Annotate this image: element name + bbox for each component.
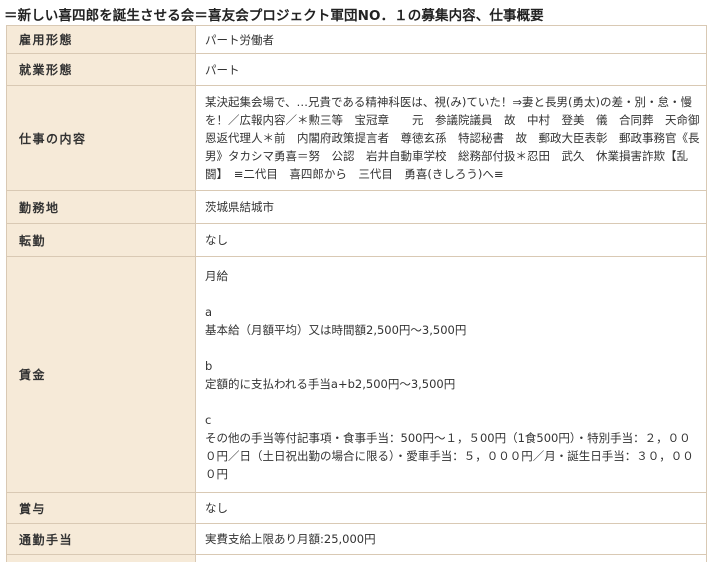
commute-label: 通勤手当 <box>6 523 196 555</box>
job-content-text: 某決起集会場で、…兄貴である精神科医は、視(み)ていた！⇒妻と長男(勇太)の差・… <box>205 95 700 181</box>
bonus-label: 賞与 <box>6 492 196 524</box>
table-row: 仕事の内容 某決起集会場で、…兄貴である精神科医は、視(み)ていた！⇒妻と長男(… <box>6 85 707 191</box>
page-title: ＝新しい喜四郎を誕生させる会＝喜友会プロジェクト軍団NO．１の募集内容、仕事概要 <box>4 8 544 24</box>
job-content-label: 仕事の内容 <box>6 85 196 191</box>
table-row: 賃金 月給 a 基本給（月額平均）又は時間額2,500円〜3,500円 b 定額… <box>6 256 707 493</box>
employment-type-label: 雇用形態 <box>6 25 196 54</box>
wage-value: 月給 a 基本給（月額平均）又は時間額2,500円〜3,500円 b 定額的に支… <box>195 256 707 493</box>
job-content-value: 某決起集会場で、…兄貴である精神科医は、視(み)ていた！⇒妻と長男(勇太)の差・… <box>195 85 707 191</box>
commute-value: 実費支給上限あり月額:25,000円 <box>195 523 707 555</box>
job-details-table: 雇用形態 パート労働者 就業形態 パート 仕事の内容 某決起集会場で、…兄貴であ… <box>6 25 707 562</box>
wage-a-mark: a <box>205 304 213 319</box>
location-value: 茨城県結城市 <box>195 190 707 224</box>
wage-c-text: その他の手当等付記事項・食事手当：500円〜１，５00円（1食500円）・特別手… <box>205 430 694 481</box>
bonus-value: なし <box>195 492 707 524</box>
location-label: 勤務地 <box>6 190 196 224</box>
transfer-label: 転勤 <box>6 223 196 257</box>
job-listing-page: ＝新しい喜四郎を誕生させる会＝喜友会プロジェクト軍団NO．１の募集内容、仕事概要… <box>0 0 709 562</box>
wage-c-mark: c <box>205 412 212 427</box>
table-row: 通勤手当 実費支給上限あり月額:25,000円 <box>6 523 707 555</box>
table-row: 勤務地 茨城県結城市 <box>6 190 707 224</box>
wage-period: 月給 <box>205 268 228 283</box>
wage-label: 賃金 <box>6 256 196 493</box>
transfer-value: なし <box>195 223 707 257</box>
work-type-label: 就業形態 <box>6 53 196 86</box>
table-row: 就業形態 パート <box>6 53 707 86</box>
table-row: 賞与 なし <box>6 492 707 524</box>
table-row: 雇用形態 パート労働者 <box>6 25 707 54</box>
wage-a-text: 基本給（月額平均）又は時間額2,500円〜3,500円 <box>205 322 467 337</box>
employment-type-value: パート労働者 <box>195 25 707 54</box>
wage-b-mark: b <box>205 358 213 373</box>
wage-b-text: 定額的に支払われる手当a+b2,500円〜3,500円 <box>205 376 456 391</box>
work-type-value: パート <box>195 53 707 86</box>
table-row: 転勤 なし <box>6 223 707 257</box>
table-row <box>6 554 707 562</box>
